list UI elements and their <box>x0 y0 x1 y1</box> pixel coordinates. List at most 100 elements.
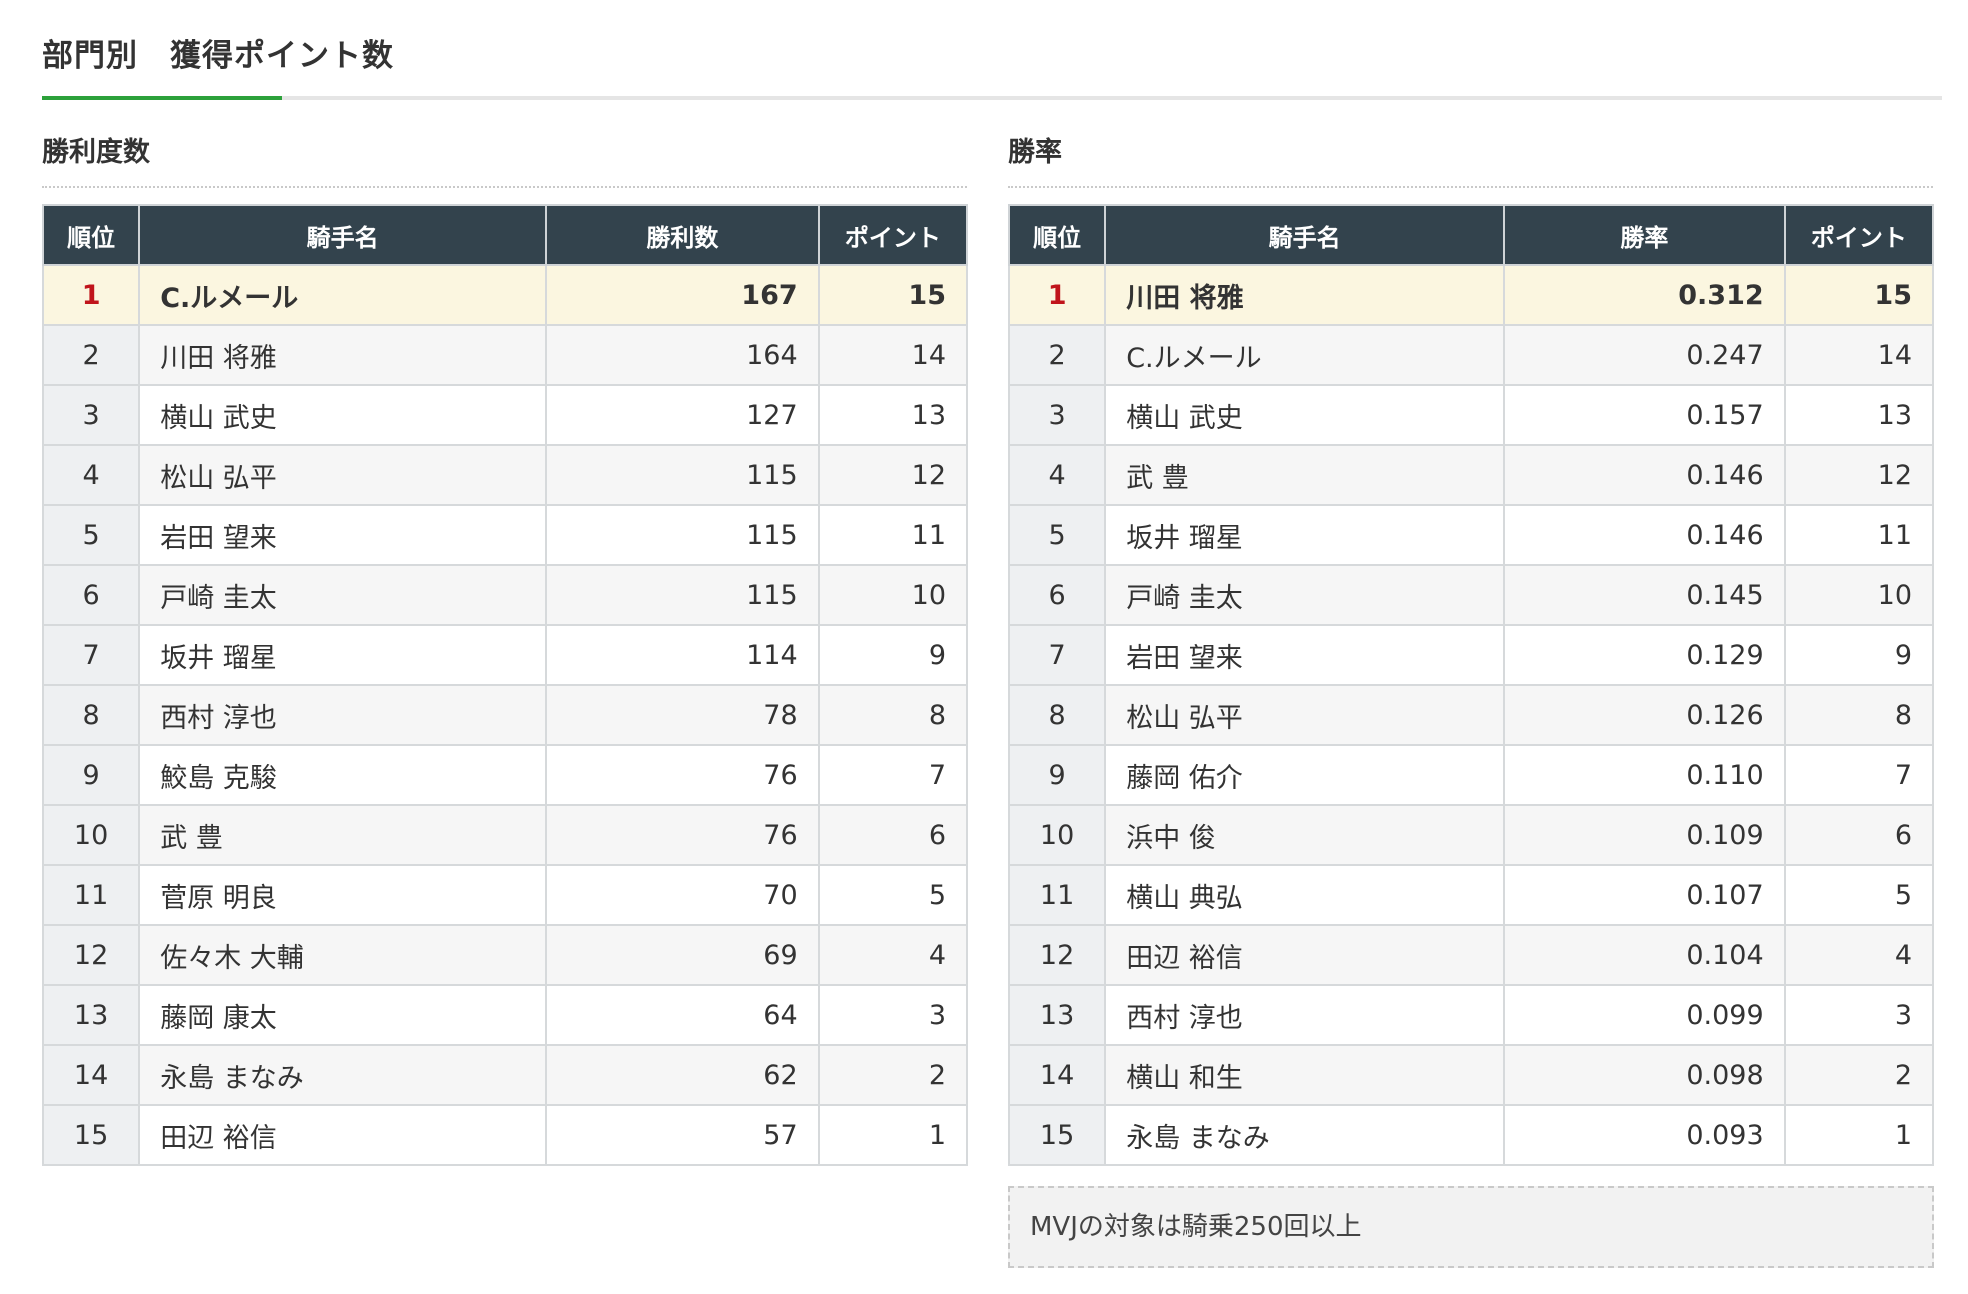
name-column-header: 騎手名 <box>1104 204 1506 266</box>
rank-cell: 12 <box>1007 924 1107 986</box>
wins-table: 順位 騎手名 勝利数 ポイント 1 C.ルメール 167 15 2 川田 将雅 164 14 3… <box>41 204 969 1166</box>
value-cell: 0.129 <box>1503 624 1786 686</box>
points-cell: 6 <box>1783 804 1935 866</box>
jockey-name-cell: 武 豊 <box>138 804 548 866</box>
rank-cell: 9 <box>41 744 141 806</box>
value-cell: 0.110 <box>1503 744 1786 806</box>
table-row: 12 田辺 裕信 0.104 4 <box>1007 924 1935 986</box>
table-row: 14 永島 まなみ 62 2 <box>41 1044 969 1106</box>
table-row: 5 岩田 望来 115 11 <box>41 504 969 566</box>
points-cell: 5 <box>817 864 969 926</box>
table-row: 14 横山 和生 0.098 2 <box>1007 1044 1935 1106</box>
value-cell: 0.146 <box>1503 444 1786 506</box>
value-cell: 76 <box>545 804 820 866</box>
rank-cell: 11 <box>41 864 141 926</box>
value-cell: 64 <box>545 984 820 1046</box>
jockey-name-cell: 藤岡 康太 <box>138 984 548 1046</box>
value-cell: 0.099 <box>1503 984 1786 1046</box>
rank-cell: 10 <box>41 804 141 866</box>
rank-cell: 13 <box>41 984 141 1046</box>
wins-table-body: 1 C.ルメール 167 15 2 川田 将雅 164 14 3 横山 武史 127 13 4 松山 弘平… <box>41 264 969 1166</box>
points-cell: 4 <box>1783 924 1935 986</box>
jockey-name-cell: 永島 まなみ <box>138 1044 548 1106</box>
table-row: 15 永島 まなみ 0.093 1 <box>1007 1104 1935 1166</box>
points-cell: 8 <box>817 684 969 746</box>
table-row: 2 川田 将雅 164 14 <box>41 324 969 386</box>
wins-table-header-row: 順位 騎手名 勝利数 ポイント <box>41 204 969 266</box>
value-cell: 115 <box>545 564 820 626</box>
rank-cell: 8 <box>1007 684 1107 746</box>
rank-cell: 8 <box>41 684 141 746</box>
value-cell: 0.157 <box>1503 384 1786 446</box>
jockey-name-cell: 戸崎 圭太 <box>138 564 548 626</box>
table-row: 10 武 豊 76 6 <box>41 804 969 866</box>
table-row: 4 松山 弘平 115 12 <box>41 444 969 506</box>
points-cell: 12 <box>817 444 969 506</box>
jockey-name-cell: 田辺 裕信 <box>138 1104 548 1166</box>
table-row: 7 岩田 望来 0.129 9 <box>1007 624 1935 686</box>
win-rate-column-header: 勝率 <box>1503 204 1786 266</box>
section-header: 部門別 獲得ポイント数 <box>42 0 1942 100</box>
rank-cell: 15 <box>1007 1104 1107 1166</box>
rank-column-header: 順位 <box>1007 204 1107 266</box>
eligibility-note: MVJの対象は騎乗250回以上 <box>1008 1186 1934 1268</box>
points-cell: 7 <box>1783 744 1935 806</box>
value-cell: 0.098 <box>1503 1044 1786 1106</box>
points-cell: 13 <box>1783 384 1935 446</box>
value-cell: 115 <box>545 504 820 566</box>
points-cell: 12 <box>1783 444 1935 506</box>
jockey-name-cell: 西村 淳也 <box>138 684 548 746</box>
table-row: 9 鮫島 克駿 76 7 <box>41 744 969 806</box>
value-cell: 114 <box>545 624 820 686</box>
rank-cell: 6 <box>41 564 141 626</box>
jockey-name-cell: 鮫島 克駿 <box>138 744 548 806</box>
points-cell: 1 <box>817 1104 969 1166</box>
table-row: 2 C.ルメール 0.247 14 <box>1007 324 1935 386</box>
table-row: 5 坂井 瑠星 0.146 11 <box>1007 504 1935 566</box>
wins-column-header: 勝利数 <box>545 204 820 266</box>
value-cell: 0.109 <box>1503 804 1786 866</box>
table-row: 6 戸崎 圭太 115 10 <box>41 564 969 626</box>
jockey-name-cell: 浜中 俊 <box>1104 804 1506 866</box>
rank-cell: 2 <box>1007 324 1107 386</box>
rank-cell: 10 <box>1007 804 1107 866</box>
jockey-name-cell: 横山 武史 <box>1104 384 1506 446</box>
rank-cell: 4 <box>41 444 141 506</box>
value-cell: 57 <box>545 1104 820 1166</box>
table-row: 8 西村 淳也 78 8 <box>41 684 969 746</box>
jockey-name-cell: 菅原 明良 <box>138 864 548 926</box>
points-cell: 3 <box>1783 984 1935 1046</box>
points-cell: 6 <box>817 804 969 866</box>
rank-cell: 12 <box>41 924 141 986</box>
jockey-name-cell: 川田 将雅 <box>1104 264 1506 326</box>
rate-table-body: 1 川田 将雅 0.312 15 2 C.ルメール 0.247 14 3 横山 武史 0.157 13… <box>1007 264 1935 1166</box>
jockey-name-cell: 坂井 瑠星 <box>138 624 548 686</box>
rate-table: 順位 騎手名 勝率 ポイント 1 川田 将雅 0.312 15 2 C.ルメール 0.247… <box>1007 204 1935 1166</box>
rank-cell: 6 <box>1007 564 1107 626</box>
points-cell: 10 <box>817 564 969 626</box>
value-cell: 167 <box>545 264 820 326</box>
jockey-name-cell: 岩田 望来 <box>138 504 548 566</box>
table-row: 3 横山 武史 0.157 13 <box>1007 384 1935 446</box>
rank-cell: 14 <box>1007 1044 1107 1106</box>
rank-cell: 7 <box>41 624 141 686</box>
points-cell: 2 <box>817 1044 969 1106</box>
jockey-name-cell: 田辺 裕信 <box>1104 924 1506 986</box>
page: 部門別 獲得ポイント数 勝利度数 順位 騎手名 勝利数 ポイント 1 C.ルメー… <box>41 0 1942 1268</box>
rate-table-header-row: 順位 騎手名 勝率 ポイント <box>1007 204 1935 266</box>
rank-cell: 2 <box>41 324 141 386</box>
points-cell: 2 <box>1783 1044 1935 1106</box>
jockey-name-cell: 松山 弘平 <box>1104 684 1506 746</box>
table-row: 13 藤岡 康太 64 3 <box>41 984 969 1046</box>
value-cell: 78 <box>545 684 820 746</box>
table-row: 13 西村 淳也 0.099 3 <box>1007 984 1935 1046</box>
points-cell: 15 <box>817 264 969 326</box>
value-cell: 0.107 <box>1503 864 1786 926</box>
jockey-name-cell: 横山 典弘 <box>1104 864 1506 926</box>
points-cell: 9 <box>817 624 969 686</box>
jockey-name-cell: 横山 和生 <box>1104 1044 1506 1106</box>
jockey-name-cell: 横山 武史 <box>138 384 548 446</box>
jockey-name-cell: 佐々木 大輔 <box>138 924 548 986</box>
points-cell: 4 <box>817 924 969 986</box>
points-column-header: ポイント <box>817 204 969 266</box>
